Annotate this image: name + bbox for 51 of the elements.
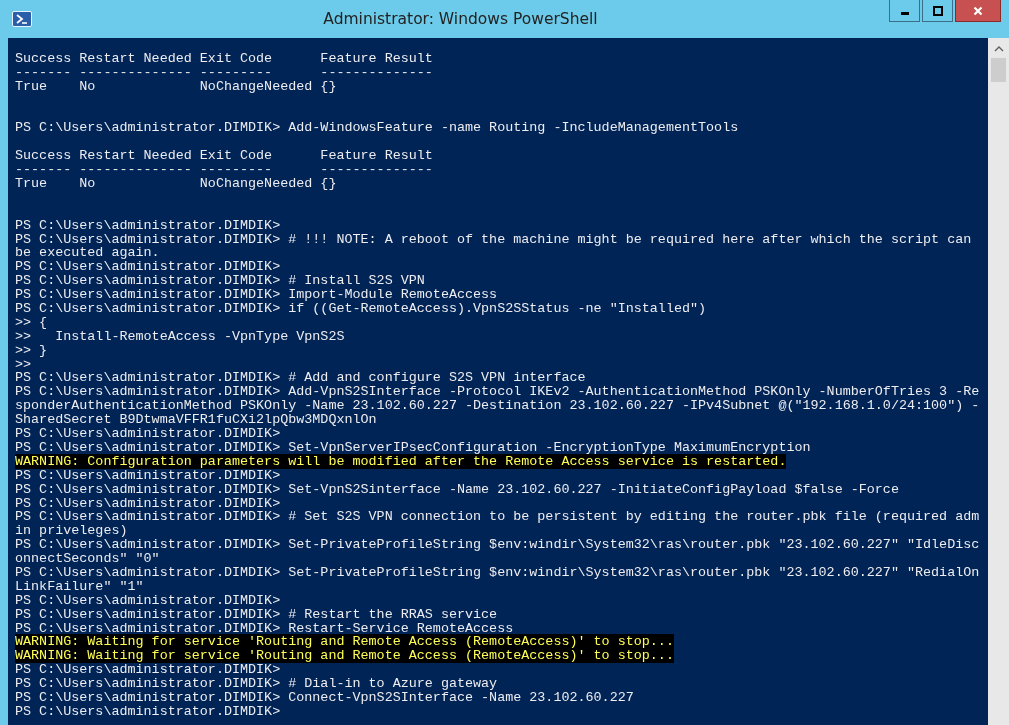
console-line: PS C:\Users\administrator.DIMDIK> Restart-Service RemoteAccess	[15, 620, 514, 636]
minimize-button[interactable]	[889, 0, 920, 22]
console-line: PS C:\Users\administrator.DIMDIK> Set-PrivateProfileString $env:windir\System32\ras\router.pbk "23.102.60.227" "RedialOn	[15, 564, 980, 580]
console-line: >> Install-RemoteAccess -VpnType VpnS2S	[15, 328, 345, 344]
scrollbar[interactable]	[988, 38, 1009, 725]
console-line: PS C:\Users\administrator.DIMDIK>	[15, 467, 281, 483]
powershell-icon	[12, 11, 32, 27]
minimize-icon	[900, 12, 909, 15]
console-line: >> {	[15, 314, 48, 330]
console-line: PS C:\Users\administrator.DIMDIK>	[15, 703, 281, 719]
console-line: PS C:\Users\administrator.DIMDIK> # Dial-in to Azure gateway	[15, 676, 498, 692]
console-line: PS C:\Users\administrator.DIMDIK>	[15, 592, 281, 608]
console-line: ------- -------------- --------- --------------	[15, 162, 433, 178]
console-line: True No NoChangeNeeded {}	[15, 176, 337, 191]
console-line: onnectSeconds" "0"	[15, 551, 160, 567]
console-line: sponderAuthenticationMethod PSKOnly -Name 23.102.60.227 -Destination 23.102.60.227 -IPv4Subnet @("192.168.1.0/24:100") -	[15, 398, 980, 414]
console-line: LinkFailure" "1"	[15, 578, 144, 594]
close-icon	[973, 5, 983, 16]
console-line: be executed again.	[15, 245, 160, 261]
console-line: PS C:\Users\administrator.DIMDIK>	[15, 662, 281, 678]
console-line: >>	[15, 356, 32, 372]
console-line: True No NoChangeNeeded {}	[15, 78, 337, 94]
console-line: PS C:\Users\administrator.DIMDIK> Set-PrivateProfileString $env:windir\System32\ras\router.pbk "23.102.60.227" "IdleDisc	[15, 537, 980, 553]
console-line: PS C:\Users\administrator.DIMDIK> # Add and configure S2S VPN interface	[15, 370, 586, 386]
scroll-thumb[interactable]	[991, 58, 1006, 82]
console-line: PS C:\Users\administrator.DIMDIK> if ((Get-RemoteAccess).VpnS2SStatus -ne "Installed")	[15, 301, 707, 317]
console-line: PS C:\Users\administrator.DIMDIK> Add-WindowsFeature -name Routing -IncludeManagementTools	[15, 120, 739, 136]
window-title: Administrator: Windows PowerShell	[322, 10, 599, 28]
console-line: PS C:\Users\administrator.DIMDIK> # Install S2S VPN	[15, 273, 425, 289]
console-line: in priveleges)	[15, 523, 128, 539]
console-line: PS C:\Users\administrator.DIMDIK> Set-VpnServerIPsecConfiguration -EncryptionType MaximumEncryption	[15, 439, 811, 455]
console-line: PS C:\Users\administrator.DIMDIK>	[15, 259, 281, 275]
console-line: PS C:\Users\administrator.DIMDIK> # Set S2S VPN connection to be persistent by editing the router.pbk file (required adm	[15, 509, 980, 525]
console-line: PS C:\Users\administrator.DIMDIK> # Restart the RRAS service	[15, 606, 498, 622]
console-line: PS C:\Users\administrator.DIMDIK>	[15, 495, 281, 511]
console-line: PS C:\Users\administrator.DIMDIK> Connect-VpnS2SInterface -Name 23.102.60.227	[15, 689, 634, 705]
maximize-button[interactable]	[922, 0, 953, 22]
console-line: ------- -------------- --------- --------------	[15, 64, 433, 80]
console-line: >> }	[15, 342, 48, 358]
console-line: PS C:\Users\administrator.DIMDIK>	[15, 426, 281, 442]
console-line: SharedSecret B9DtwmaVFFR1fuCXi2lpQbw3MDQxnlOn	[15, 412, 377, 428]
console-line: Success Restart Needed Exit Code Feature Result	[15, 148, 433, 164]
console-line: PS C:\Users\administrator.DIMDIK> Import-Module RemoteAccess	[15, 287, 498, 303]
console-line: PS C:\Users\administrator.DIMDIK> Add-VpnS2SInterface -Protocol IKEv2 -AuthenticationMethod PSKOnly -NumberOfTries 3 -Re	[15, 384, 980, 400]
console-line: PS C:\Users\administrator.DIMDIK> # !!! NOTE: A reboot of the machine might be required here after which the script can	[15, 231, 972, 247]
console-line: Success Restart Needed Exit Code Feature Result	[15, 51, 433, 66]
console-line: PS C:\Users\administrator.DIMDIK> Set-VpnS2Sinterface -Name 23.102.60.227 -InitiateConfigPayload $false -Force	[15, 481, 899, 497]
close-button[interactable]	[955, 0, 1001, 22]
maximize-icon	[932, 5, 943, 16]
scroll-up-icon[interactable]	[993, 46, 1004, 52]
console-line: PS C:\Users\administrator.DIMDIK>	[15, 217, 281, 233]
